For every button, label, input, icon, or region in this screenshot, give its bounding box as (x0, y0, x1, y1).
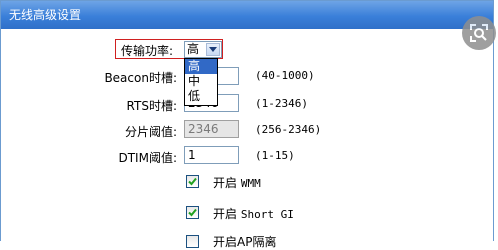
wmm-label: 开启 WMM (213, 174, 261, 191)
tx-power-label: 传输功率: (120, 44, 173, 58)
beacon-label: Beacon时槽: (104, 71, 177, 85)
ap-isolation-label: 开启AP隔离 (213, 235, 277, 249)
rts-range: (1-2346) (255, 97, 308, 110)
panel-title: 无线高级设置 (9, 8, 82, 22)
fragment-input: 2346 (184, 120, 239, 138)
lens-search-icon[interactable] (462, 16, 496, 50)
wmm-name: WMM (240, 177, 261, 190)
checkmark-icon (188, 177, 197, 186)
tx-power-selected-value: 高 (187, 42, 200, 56)
rts-label: RTS时槽: (126, 99, 177, 113)
chevron-down-icon[interactable] (206, 43, 220, 56)
short-gi-checkbox[interactable] (186, 206, 199, 219)
ap-isolation-checkbox[interactable] (186, 235, 199, 248)
tx-power-select[interactable]: 高 (184, 41, 222, 58)
dtim-input[interactable]: 1 (184, 146, 239, 164)
tx-power-dropdown-list: 高 中 低 (184, 58, 218, 106)
wmm-prefix: 开启 (213, 176, 238, 190)
dtim-range: (1-15) (255, 149, 295, 162)
dtim-label: DTIM阈值: (118, 151, 177, 165)
short-gi-prefix: 开启 (213, 207, 238, 221)
fragment-label: 分片阈值: (124, 125, 177, 139)
checkmark-icon (188, 208, 197, 217)
tx-power-option-high[interactable]: 高 (185, 59, 217, 74)
short-gi-label: 开启 Short GI (213, 205, 294, 222)
short-gi-name: Short GI (240, 208, 294, 221)
fragment-range: (256-2346) (255, 123, 322, 136)
tx-power-option-medium[interactable]: 中 (185, 74, 217, 89)
beacon-range: (40-1000) (255, 69, 315, 82)
advanced-wireless-settings-panel: 无线高级设置 传输功率: 高 高 中 低 Beacon时槽: (40-1000)… (0, 0, 494, 249)
wmm-checkbox[interactable] (186, 175, 199, 188)
panel-titlebar: 无线高级设置 (1, 1, 493, 29)
tx-power-option-low[interactable]: 低 (185, 89, 217, 104)
